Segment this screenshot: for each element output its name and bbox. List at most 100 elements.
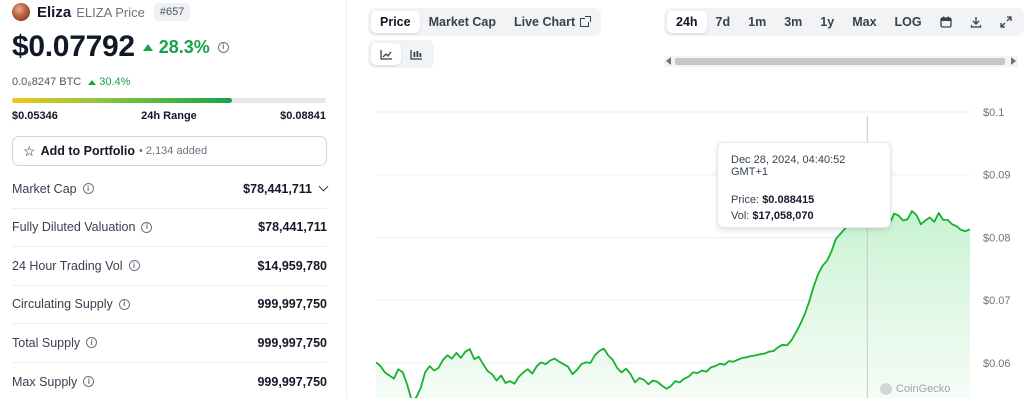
tooltip-date: Dec 28, 2024, 04:40:52 GMT+1 <box>731 154 846 178</box>
coin-name: Eliza <box>37 3 72 21</box>
tooltip-price: Price: $0.088415 <box>731 194 877 206</box>
scrollbar-thumb[interactable] <box>675 58 1005 65</box>
y-tick-label: $0.08 <box>983 232 1011 244</box>
watermark-text: CoinGecko <box>896 383 951 395</box>
line-chart-icon[interactable] <box>371 43 401 65</box>
stat-label: Fully Diluted Valuation i <box>12 220 153 235</box>
btc-change-value: 30.4% <box>99 76 131 88</box>
chevron-down-icon[interactable] <box>318 181 329 192</box>
info-icon[interactable]: i <box>141 221 153 233</box>
info-icon[interactable]: i <box>118 298 130 310</box>
price-row: $0.07792 28.3% i <box>12 30 229 64</box>
tab-live-chart[interactable]: Live Chart <box>505 11 598 33</box>
stat-label-text: Max Supply <box>12 374 78 389</box>
candlestick-chart-icon[interactable] <box>401 43 431 65</box>
expand-icon[interactable] <box>991 11 1021 33</box>
stat-value: $14,959,780 <box>257 258 327 273</box>
rank-badge: #657 <box>153 3 191 21</box>
coingecko-logo-icon <box>880 383 892 395</box>
price-change-24h: 28.3% <box>142 36 210 58</box>
stat-row-fdv: Fully Diluted Valuation i $78,441,711 <box>12 209 327 247</box>
panel-divider <box>346 0 347 398</box>
range-label: 24h Range <box>141 110 197 122</box>
coin-header: Eliza ELIZA Price #657 <box>12 3 191 21</box>
y-tick-label: $0.09 <box>983 170 1011 182</box>
scroll-left-icon[interactable] <box>666 57 671 65</box>
stat-label-text: Circulating Supply <box>12 297 113 312</box>
info-icon[interactable]: i <box>217 41 229 53</box>
calendar-icon[interactable] <box>931 11 961 33</box>
stat-label: 24 Hour Trading Vol i <box>12 259 140 273</box>
chart-type-toggle <box>368 40 434 68</box>
range-low: $0.05346 <box>12 110 58 122</box>
stat-row-total-supply: Total Supply i 999,997,750 <box>12 324 327 363</box>
btc-change: 30.4% <box>88 76 130 88</box>
stat-value: 999,997,750 <box>257 297 327 312</box>
current-price: $0.07792 <box>12 30 135 63</box>
star-icon: ☆ <box>23 143 36 159</box>
coin-symbol: ELIZA Price <box>76 4 145 20</box>
stat-value-text: $78,441,711 <box>243 181 312 196</box>
stat-value: 999,997,750 <box>257 374 327 389</box>
range-labels: $0.05346 24h Range $0.08841 <box>12 110 326 122</box>
stat-value: 999,997,750 <box>257 335 327 350</box>
coingecko-watermark: CoinGecko <box>880 383 950 395</box>
tab-log[interactable]: LOG <box>886 11 931 33</box>
stat-label-text: 24 Hour Trading Vol <box>12 258 123 273</box>
tab-24h[interactable]: 24h <box>667 11 707 33</box>
btc-price: 0.0₆8247 BTC <box>12 76 82 88</box>
info-icon[interactable]: i <box>128 260 140 272</box>
stat-value: $78,441,711 <box>258 220 327 235</box>
range-bar <box>12 98 326 103</box>
tab-7d[interactable]: 7d <box>707 11 740 33</box>
tooltip-vol-value: $17,058,070 <box>752 210 814 222</box>
stat-label: Circulating Supply i <box>12 297 130 311</box>
btc-price-row: 0.0₆8247 BTC 30.4% <box>12 76 130 88</box>
stat-value: $78,441,711 <box>243 181 329 196</box>
stat-row-trading-vol: 24 Hour Trading Vol i $14,959,780 <box>12 247 327 286</box>
stat-row-market-cap[interactable]: Market Cap i $78,441,711 <box>12 170 329 209</box>
stat-label-text: Fully Diluted Valuation <box>12 220 136 235</box>
tab-1m[interactable]: 1m <box>739 11 775 33</box>
tab-1y[interactable]: 1y <box>811 11 843 33</box>
stat-label: Market Cap i <box>12 182 94 196</box>
range-bar-fill <box>12 98 232 103</box>
up-arrow-icon <box>88 79 97 85</box>
stat-label-text: Market Cap <box>12 181 77 196</box>
info-icon[interactable]: i <box>86 337 98 349</box>
add-to-portfolio-button[interactable]: ☆ Add to Portfolio • 2,134 added <box>12 136 327 166</box>
stat-label: Max Supply i <box>12 374 95 389</box>
chart-range-scrollbar[interactable] <box>664 56 1018 67</box>
time-range-tabs: 24h 7d 1m 3m 1y Max LOG <box>664 8 1024 36</box>
chart-tooltip: Dec 28, 2024, 04:40:52 GMT+1 Price: $0.0… <box>717 142 891 228</box>
y-tick-label: $0.06 <box>983 358 1011 370</box>
scroll-right-icon[interactable] <box>1011 57 1016 65</box>
tooltip-price-value: $0.088415 <box>762 194 815 206</box>
y-tick-label: $0.07 <box>983 295 1011 307</box>
tab-market-cap[interactable]: Market Cap <box>420 11 505 33</box>
stat-row-max-supply: Max Supply i 999,997,750 <box>12 363 327 398</box>
tab-3m[interactable]: 3m <box>775 11 811 33</box>
coin-avatar <box>12 3 30 21</box>
stat-row-circulating-supply: Circulating Supply i 999,997,750 <box>12 286 327 324</box>
portfolio-count: • 2,134 added <box>138 145 208 157</box>
tooltip-vol-label: Vol: <box>731 210 750 222</box>
stat-label: Total Supply i <box>12 335 98 350</box>
price-chart[interactable]: $0.1 $0.09 $0.08 $0.07 $0.06 <box>350 100 1024 398</box>
stat-label-text: Total Supply <box>12 335 81 350</box>
info-icon[interactable]: i <box>82 183 94 195</box>
tab-live-chart-label: Live Chart <box>513 15 576 29</box>
y-tick-label: $0.1 <box>983 107 1004 119</box>
tab-price[interactable]: Price <box>371 11 420 33</box>
info-icon[interactable]: i <box>83 376 95 388</box>
price-change-value: 28.3% <box>158 36 210 57</box>
stats-list: Market Cap i $78,441,711 Fully Diluted Va… <box>12 170 329 398</box>
external-link-icon <box>580 15 592 27</box>
tab-max[interactable]: Max <box>843 11 885 33</box>
tooltip-vol: Vol: $17,058,070 <box>731 210 877 222</box>
up-arrow-icon <box>142 43 153 51</box>
tooltip-price-label: Price: <box>731 194 760 206</box>
portfolio-label: Add to Portfolio <box>40 144 135 158</box>
download-icon[interactable] <box>961 11 991 33</box>
chart-mode-tabs: Price Market Cap Live Chart <box>368 8 602 36</box>
